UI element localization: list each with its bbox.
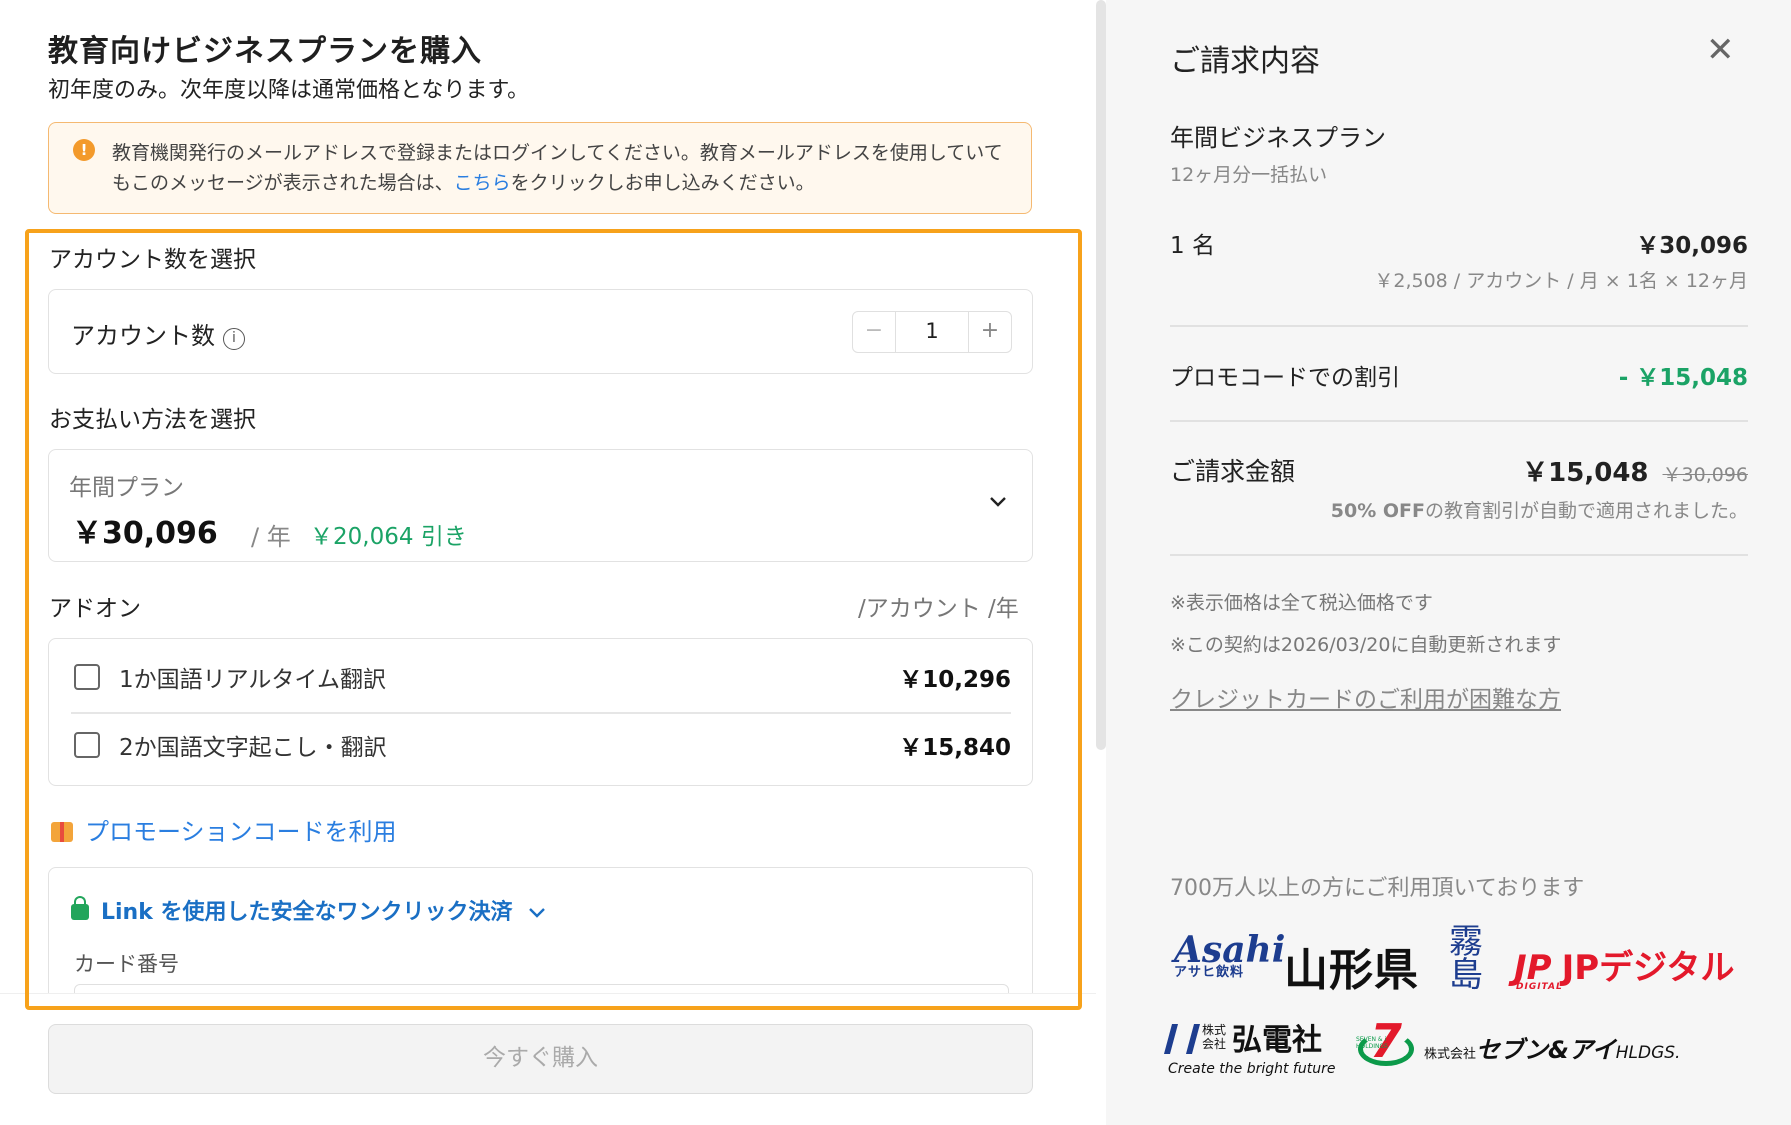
tax-note: ※表示価格は全て税込価格です <box>1170 592 1433 614</box>
chevron-down-icon <box>990 497 1006 507</box>
addon-checkbox[interactable] <box>74 664 100 690</box>
account-count-card: アカウント数 i − 1 + <box>48 289 1033 374</box>
quantity-stepper: − 1 + <box>852 311 1012 353</box>
jp-digital-logo: JP DIGITAL JPデジタル <box>1514 948 1735 992</box>
addon-item[interactable]: 2か国語文字起こし・翻訳 ￥15,840 <box>71 726 1011 766</box>
buy-now-button[interactable]: 今すぐ購入 <box>48 1024 1033 1094</box>
page-subtitle: 初年度のみ。次年度以降は通常価格となります。 <box>48 78 530 103</box>
qty-label: 1 名 <box>1170 233 1215 259</box>
discount-value: - ￥15,048 <box>1618 365 1748 391</box>
asahi-logo: Asahi アサヒ飲料 <box>1174 929 1286 980</box>
plan-savings: ￥20,064 引き <box>310 524 467 550</box>
divider <box>1170 325 1748 327</box>
lock-icon <box>71 896 89 920</box>
summary-title: ご請求内容 <box>1170 44 1320 79</box>
edu-notice-banner: ! 教育機関発行のメールアドレスで登録またはログインしてください。教育メールアド… <box>48 122 1032 214</box>
order-summary-panel: ご請求内容 ✕ 年間ビジネスプラン 12ヶ月分一括払い 1 名 ￥30,096 … <box>1106 0 1791 1125</box>
addon-price: ￥15,840 <box>899 735 1011 761</box>
addon-list: 1か国語リアルタイム翻訳 ￥10,296 2か国語文字起こし・翻訳 ￥15,84… <box>48 638 1033 786</box>
notice-link[interactable]: こちら <box>454 172 511 194</box>
total-value: ￥15,048 <box>1522 458 1649 488</box>
yamagata-logo: 山形県 <box>1284 945 1419 996</box>
addon-section-label: アドオン <box>49 596 141 622</box>
summary-discount-row: プロモコードでの割引 - ￥15,048 <box>1170 358 1748 392</box>
info-icon[interactable]: i <box>223 328 245 350</box>
renewal-note: ※この契約は2026/03/20に自動更新されます <box>1170 634 1562 656</box>
exclamation-icon: ! <box>73 139 95 161</box>
summary-plan-sub: 12ヶ月分一括払い <box>1170 164 1328 186</box>
card-number-label: カード番号 <box>74 952 179 976</box>
gift-icon <box>51 822 73 842</box>
plan-label: 年間プラン <box>69 475 184 501</box>
summary-total-row: ご請求金額 ￥15,048 ￥30,096 50% OFFの教育割引が自動で適用さ… <box>1170 452 1748 532</box>
addon-price: ￥10,296 <box>899 667 1011 693</box>
divider <box>1170 554 1748 556</box>
addon-unit-label: /アカウント /年 <box>858 596 1019 622</box>
card-difficulty-link[interactable]: クレジットカードのご利用が困難な方 <box>1170 680 1561 714</box>
close-icon[interactable]: ✕ <box>1706 30 1735 70</box>
plan-price: ￥30,096 <box>72 516 218 551</box>
users-count-text: 700万人以上の方にご利用頂いております <box>1170 876 1585 901</box>
plan-select[interactable]: 年間プラン ￥30,096 / 年 ￥20,064 引き <box>48 449 1033 562</box>
addon-name: 2か国語文字起こし・翻訳 <box>119 735 387 761</box>
summary-plan-name: 年間ビジネスプラン <box>1170 124 1386 152</box>
qty-calc: ￥2,508 / アカウント / 月 × 1名 × 12ヶ月 <box>1374 270 1748 292</box>
plan-unit: / 年 <box>251 523 291 551</box>
increment-button[interactable]: + <box>969 312 1011 352</box>
divider <box>71 712 1011 714</box>
discount-note: 50% OFFの教育割引が自動で適用されました。 <box>1330 500 1748 522</box>
checkout-panel: 教育向けビジネスプランを購入 初年度のみ。次年度以降は通常価格となります。 ! … <box>0 0 1096 1125</box>
seven-i-mark-logo: 7 SEVEN & i HOLDINGS <box>1356 1014 1418 1070</box>
total-original: ￥30,096 <box>1662 464 1748 486</box>
promo-code-link[interactable]: プロモーションコードを利用 <box>51 812 397 847</box>
link-payment-toggle[interactable]: Link を使用した安全なワンクリック決済 <box>71 894 546 926</box>
scrollbar[interactable] <box>1096 0 1106 750</box>
divider <box>1170 420 1748 422</box>
kirishima-logo: 霧島 <box>1449 922 1483 995</box>
total-amount: ￥15,048 ￥30,096 <box>1522 452 1748 489</box>
total-label: ご請求金額 <box>1170 457 1296 486</box>
kodensha-logo: 株式会社 弘電社 Create the bright future <box>1163 1015 1335 1077</box>
seven-i-holdings-logo: 株式会社セブン&アイHLDGS. <box>1424 1036 1681 1064</box>
chevron-down-icon <box>529 908 546 918</box>
summary-qty-row: 1 名 ￥30,096 ￥2,508 / アカウント / 月 × 1名 × 12… <box>1170 226 1748 296</box>
addon-item[interactable]: 1か国語リアルタイム翻訳 ￥10,296 <box>71 658 1011 698</box>
qty-price: ￥30,096 <box>1636 233 1748 259</box>
addon-name: 1か国語リアルタイム翻訳 <box>119 667 386 693</box>
quantity-input[interactable]: 1 <box>895 312 969 352</box>
account-section-label: アカウント数を選択 <box>49 247 256 273</box>
discount-label: プロモコードでの割引 <box>1170 365 1400 391</box>
notice-text: 教育機関発行のメールアドレスで登録またはログインしてください。教育メールアドレス… <box>112 142 1003 194</box>
addon-checkbox[interactable] <box>74 732 100 758</box>
account-count-label: アカウント数 i <box>71 316 245 351</box>
decrement-button[interactable]: − <box>853 312 895 352</box>
payment-section-label: お支払い方法を選択 <box>49 407 256 433</box>
page-title: 教育向けビジネスプランを購入 <box>48 34 482 69</box>
